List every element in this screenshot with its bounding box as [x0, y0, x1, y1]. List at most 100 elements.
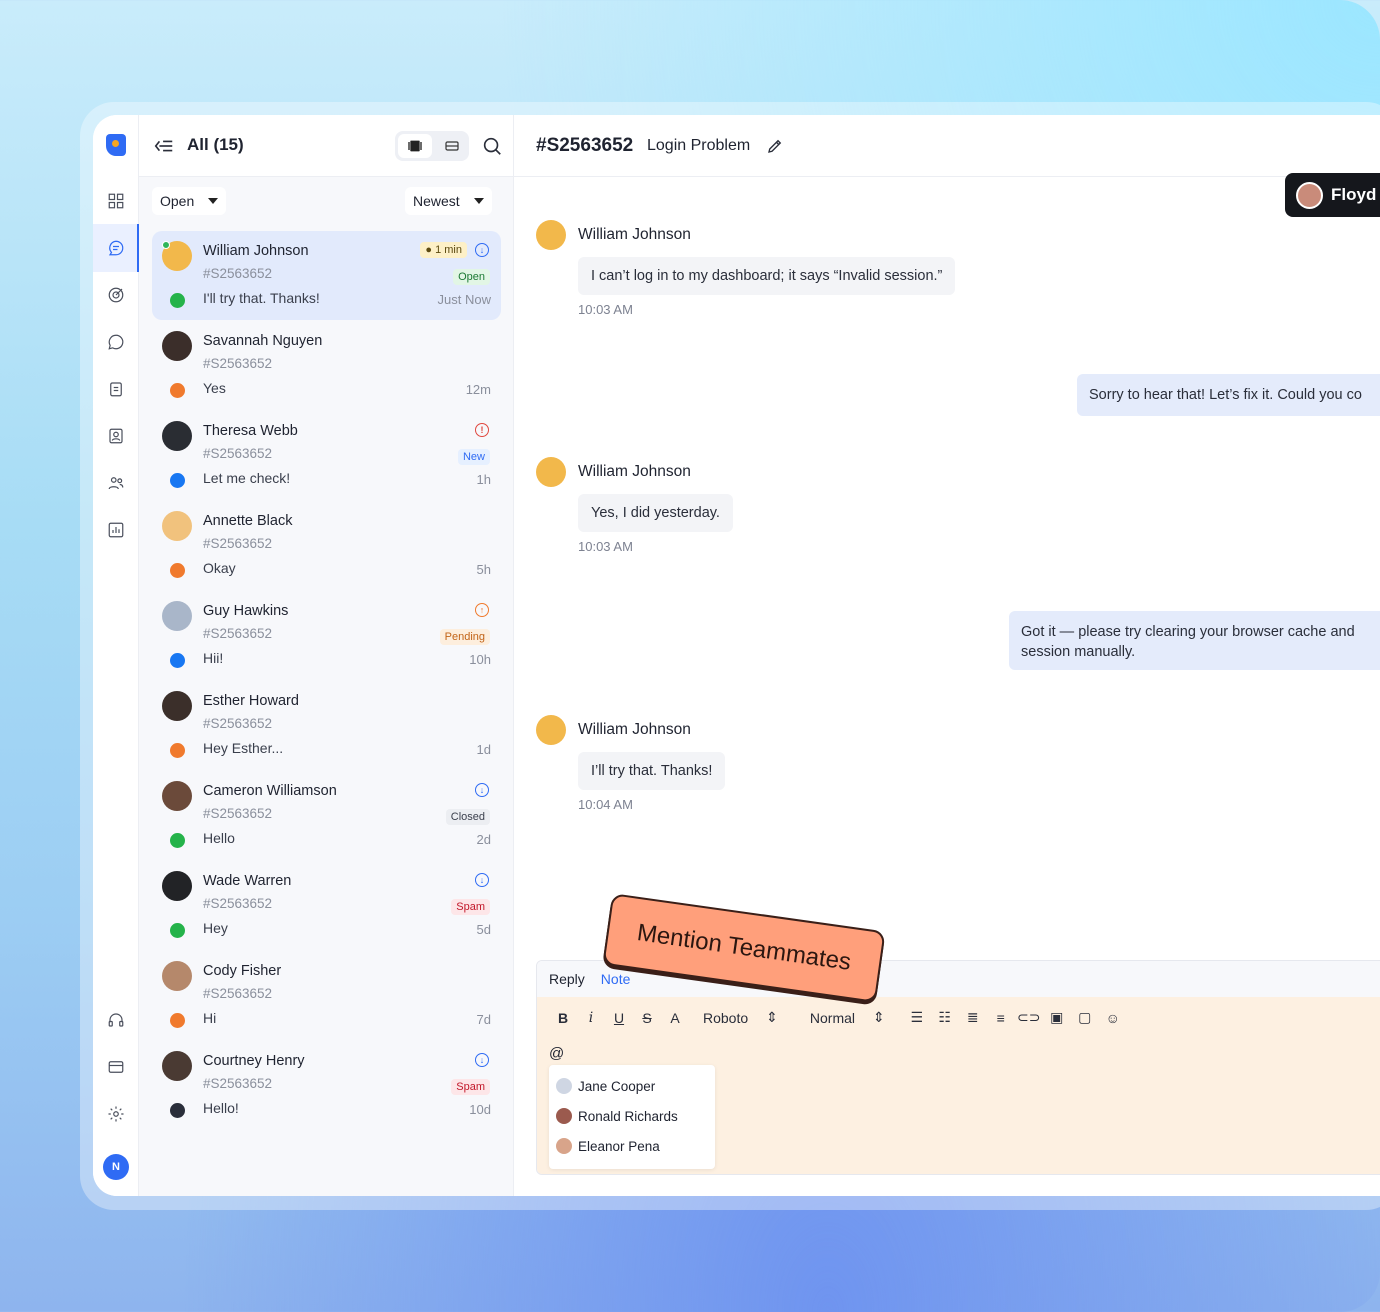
conversation-item[interactable]: Courtney Henry #S2563652 Hello! 10d ↓ Spam: [152, 1041, 501, 1130]
tab-note[interactable]: Note: [601, 971, 631, 987]
ordered-list-icon[interactable]: ☰: [903, 1009, 931, 1026]
settings-icon[interactable]: [104, 1102, 128, 1126]
last-message: Hello: [203, 830, 235, 846]
conversation-item[interactable]: Guy Hawkins #S2563652 Hii! 10h ↑ Pending: [152, 591, 501, 680]
conversation-item[interactable]: Theresa Webb #S2563652 Let me check! 1h! New: [152, 411, 501, 500]
last-message: Hii!: [203, 650, 224, 666]
mention-trigger: @: [549, 1045, 565, 1062]
ticket-id: #S2563652: [203, 896, 273, 911]
conversation-item[interactable]: Annette Black #S2563652 Okay 5h: [152, 501, 501, 590]
priority-icon: ↓: [475, 783, 489, 797]
chat-icon[interactable]: [104, 236, 128, 260]
style-select-value: Normal: [809, 1009, 856, 1026]
users-icon[interactable]: [104, 471, 128, 495]
message-time: 10:04 AM: [578, 797, 633, 812]
conversation-item[interactable]: Wade Warren #S2563652 Hey 5d ↓ Spam: [152, 861, 501, 950]
message-time: Just Now: [437, 292, 491, 307]
billing-icon[interactable]: [104, 1055, 128, 1079]
link-icon[interactable]: ⊂⊃: [1015, 1009, 1043, 1026]
conversation-item[interactable]: Savannah Nguyen #S2563652 Yes 12m: [152, 321, 501, 410]
whatsapp-icon[interactable]: [104, 330, 128, 354]
style-select[interactable]: Normal ⇕: [810, 1009, 885, 1026]
customer-avatar: [536, 715, 566, 745]
mention-option[interactable]: Jane Cooper: [549, 1071, 715, 1101]
ticket-id: #S2563652: [203, 626, 273, 641]
conversation-item[interactable]: Cody Fisher #S2563652 Hi 7d: [152, 951, 501, 1040]
underline-icon[interactable]: U: [605, 1010, 633, 1026]
contact-icon[interactable]: [104, 424, 128, 448]
message-time: 5d: [476, 922, 491, 937]
ticket-id: #S2563652: [203, 1076, 273, 1091]
status-badge: Closed: [445, 809, 490, 825]
message-time: 10h: [469, 652, 491, 667]
contact-name: Annette Black: [203, 513, 293, 529]
contact-name: Wade Warren: [203, 873, 292, 889]
font-select[interactable]: Roboto ⇕: [703, 1009, 778, 1026]
gif-icon[interactable]: ▢: [1071, 1009, 1099, 1026]
agent-name: Floyd I: [1331, 185, 1380, 204]
analytics-icon[interactable]: [104, 283, 128, 307]
image-icon[interactable]: ▣: [1043, 1009, 1071, 1026]
contact-name: Theresa Webb: [203, 423, 298, 439]
edit-icon[interactable]: [766, 137, 784, 155]
headset-icon[interactable]: [104, 1008, 128, 1032]
italic-icon[interactable]: i: [577, 1010, 605, 1026]
report-icon[interactable]: [104, 518, 128, 542]
status-filter-dropdown[interactable]: Open: [152, 187, 227, 215]
whatsapp-icon: [170, 833, 185, 848]
text-color-icon[interactable]: A: [661, 1010, 689, 1026]
outdent-icon[interactable]: ≡: [987, 1010, 1015, 1026]
status-badge: Open: [453, 269, 490, 285]
ticket-id: #S2563652: [203, 356, 273, 371]
avatar: [162, 691, 192, 721]
sort-dropdown[interactable]: Newest: [405, 187, 492, 215]
last-message: Yes: [203, 380, 226, 396]
chevron-down-icon: [208, 198, 219, 204]
search-icon[interactable]: [481, 135, 503, 157]
outgoing-message: Got it — please try clearing your browse…: [1009, 611, 1380, 670]
bold-icon[interactable]: B: [549, 1010, 577, 1026]
assigned-agent-chip[interactable]: Floyd I: [1285, 173, 1380, 217]
emoji-icon[interactable]: ☺: [1099, 1010, 1127, 1026]
message-time: 1d: [476, 742, 491, 757]
outgoing-message-line: Got it — please try clearing your browse…: [1021, 624, 1355, 640]
avatar: [162, 511, 192, 541]
mention-option-label: Ronald Richards: [578, 1108, 678, 1124]
view-toggle[interactable]: [395, 131, 469, 161]
avatar: [162, 1051, 192, 1081]
incoming-message: Yes, I did yesterday.: [578, 494, 733, 532]
user-avatar[interactable]: N: [103, 1154, 129, 1180]
logo-icon: [106, 134, 126, 156]
conversation-item[interactable]: William Johnson #S2563652 I'll try that. T…: [152, 231, 501, 320]
indent-icon[interactable]: ≣: [959, 1009, 987, 1026]
avatar: [162, 421, 192, 451]
compact-view-icon[interactable]: [435, 131, 469, 161]
avatar: [556, 1138, 572, 1154]
conversation-list-panel: All (15) Open Newest William Johnson #S25…: [139, 115, 514, 1196]
mention-option[interactable]: Eleanor Pena: [549, 1131, 715, 1161]
icon-rail: N: [93, 115, 139, 1196]
sort-label: Newest: [413, 193, 460, 209]
tab-reply[interactable]: Reply: [549, 971, 585, 987]
bullet-list-icon[interactable]: ☷: [931, 1009, 959, 1026]
font-select-value: Roboto: [703, 1009, 749, 1026]
card-view-icon[interactable]: [398, 134, 432, 158]
collapse-list-icon[interactable]: [153, 135, 175, 157]
message-time: 1h: [476, 472, 491, 487]
mention-option-label: Jane Cooper: [578, 1078, 656, 1094]
clipboard-icon[interactable]: [104, 377, 128, 401]
ticket-id: #S2563652: [203, 266, 273, 281]
message-sender: William Johnson: [578, 226, 691, 243]
conversation-item[interactable]: Esther Howard #S2563652 Hey Esther... 1d: [152, 681, 501, 770]
note-editor[interactable]: B i U S A Roboto ⇕ Normal ⇕ ☰ ☷ ≣ ≡ ⊂⊃ ▣ ▢…: [537, 997, 1380, 1174]
mention-option[interactable]: Ronald Richards: [549, 1101, 715, 1131]
avatar: [162, 871, 192, 901]
status-badge: New: [457, 449, 490, 465]
agent-avatar: [1296, 181, 1323, 209]
email-icon: [170, 1103, 185, 1118]
message-time: 10:03 AM: [578, 539, 633, 554]
dashboard-icon[interactable]: [104, 189, 128, 213]
conversation-item[interactable]: Cameron Williamson #S2563652 Hello 2d ↓ Close…: [152, 771, 501, 860]
strikethrough-icon[interactable]: S: [633, 1010, 661, 1026]
contact-name: William Johnson: [203, 243, 309, 259]
